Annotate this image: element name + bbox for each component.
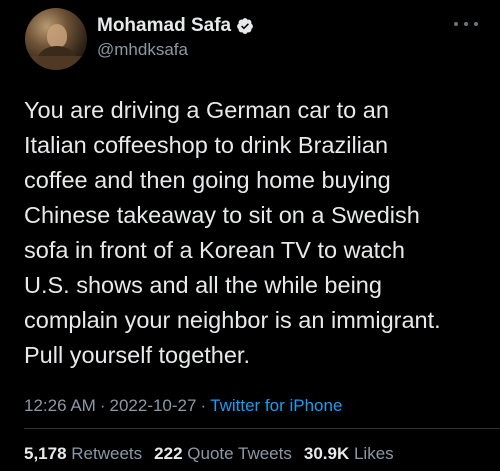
tweet-stats: 5,178 Retweets 222 Quote Tweets 30.9K Like… [24,443,406,465]
avatar-table-shape [25,56,87,70]
quote-tweets-label: Quote Tweets [187,444,292,463]
more-options-icon[interactable] [454,18,478,30]
meta-separator: · [99,396,106,415]
author-name-row: Mohamad Safa [97,15,254,37]
tweet-text: You are driving a German car to an Itali… [24,97,441,368]
tweet-source-link[interactable]: Twitter for iPhone [210,396,342,415]
likes-stat[interactable]: 30.9K Likes [304,444,394,463]
more-dot [454,22,458,26]
author-handle[interactable]: @mhdksafa [97,40,188,60]
verified-badge-icon [236,17,254,35]
avatar-face-shape [47,24,67,48]
quote-tweets-count: 222 [154,444,183,463]
retweets-stat[interactable]: 5,178 Retweets [24,444,142,463]
tweet-meta: 12:26 AM · 2022-10-27 · Twitter for iPhone [24,395,342,417]
quote-tweets-stat[interactable]: 222 Quote Tweets [154,444,292,463]
meta-separator: · [200,396,207,415]
retweets-label: Retweets [71,444,143,463]
author-display-name[interactable]: Mohamad Safa [97,15,231,37]
likes-label: Likes [353,444,394,463]
tweet-date[interactable]: 2022-10-27 [110,396,197,415]
avatar[interactable] [25,8,87,70]
likes-count: 30.9K [303,444,350,463]
divider [24,428,500,429]
more-dot [464,22,468,26]
retweets-count: 5,178 [24,444,67,463]
tweet-time[interactable]: 12:26 AM [24,396,96,415]
more-dot [474,22,478,26]
